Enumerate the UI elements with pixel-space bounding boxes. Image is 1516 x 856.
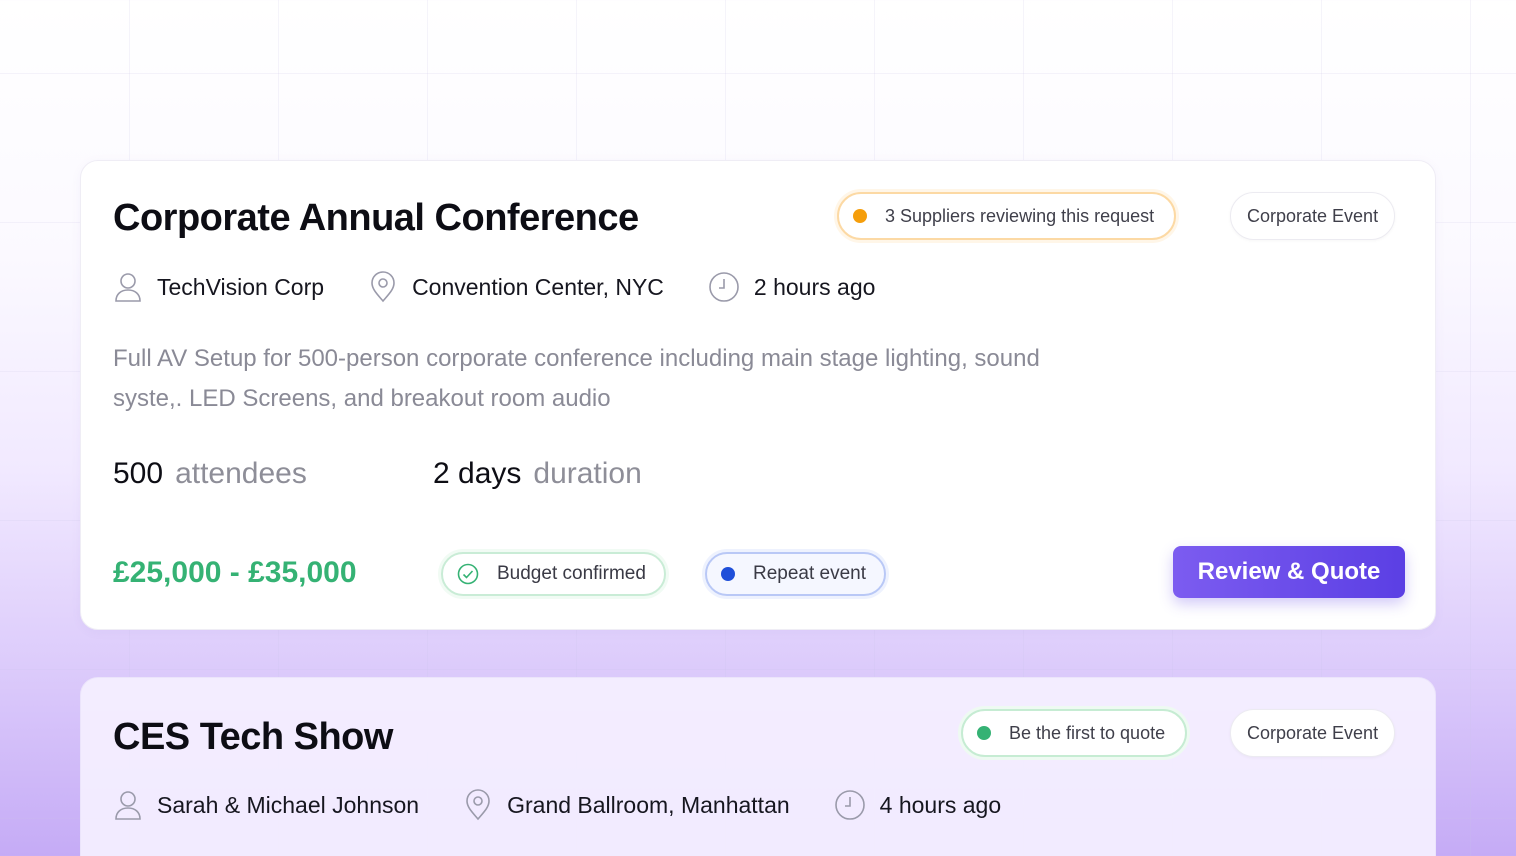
- client-name: TechVision Corp: [157, 273, 325, 300]
- category-badge: Corporate Event: [1230, 709, 1396, 757]
- attendees-label: attendees: [175, 457, 307, 490]
- request-card: Corporate Annual Conference 3 Suppliers …: [80, 160, 1436, 630]
- duration-value: 2 days: [433, 457, 522, 490]
- status-dot: [853, 209, 867, 223]
- client-name: Sarah & Michael Johnson: [157, 791, 420, 818]
- budget-confirmed-tag: Budget confirmed: [441, 552, 666, 596]
- location-text: Convention Center, NYC: [412, 273, 664, 300]
- duration-stat: 2 days duration: [433, 457, 642, 491]
- request-title: CES Tech Show: [113, 716, 393, 758]
- location-info: Convention Center, NYC: [368, 271, 664, 303]
- map-pin-icon: [466, 789, 490, 821]
- time-info: 2 hours ago: [708, 271, 875, 303]
- repeat-tag-text: Repeat event: [753, 563, 867, 584]
- request-stats: 500 attendees 2 days duration: [113, 457, 642, 491]
- clock-icon: [834, 790, 865, 820]
- repeat-event-tag: Repeat event: [705, 552, 887, 596]
- posted-time: 4 hours ago: [879, 791, 1002, 818]
- request-meta: Sarah & Michael Johnson Grand Ballroom, …: [113, 789, 1045, 821]
- check-circle-icon: [457, 563, 479, 585]
- status-text: Be the first to quote: [1009, 722, 1166, 743]
- category-badge: Corporate Event: [1230, 192, 1396, 240]
- client-info: Sarah & Michael Johnson: [113, 789, 419, 821]
- clock-icon: [709, 272, 739, 302]
- budget-tag-text: Budget confirmed: [497, 563, 646, 584]
- client-info: TechVision Corp: [113, 271, 324, 303]
- status-text: 3 Suppliers reviewing this request: [885, 205, 1155, 226]
- user-icon: [115, 273, 141, 302]
- category-text: Corporate Event: [1247, 205, 1379, 226]
- attendees-stat: 500 attendees: [113, 457, 433, 491]
- status-badge: Be the first to quote: [961, 709, 1188, 757]
- status-dot: [977, 726, 991, 740]
- category-text: Corporate Event: [1247, 722, 1379, 743]
- budget-range: £25,000 - £35,000: [113, 556, 357, 589]
- location-text: Grand Ballroom, Manhattan: [507, 791, 790, 818]
- review-quote-button[interactable]: Review & Quote: [1173, 546, 1405, 598]
- status-badge: 3 Suppliers reviewing this request: [837, 192, 1177, 240]
- map-pin-icon: [371, 271, 395, 303]
- repeat-dot: [721, 567, 735, 581]
- request-title: Corporate Annual Conference: [113, 197, 639, 239]
- request-meta: TechVision Corp Convention Center, NYC 2…: [113, 271, 919, 303]
- time-info: 4 hours ago: [834, 789, 1001, 821]
- user-icon: [115, 791, 141, 820]
- request-card: CES Tech Show Be the first to quote Corp…: [80, 677, 1436, 856]
- posted-time: 2 hours ago: [753, 273, 876, 300]
- request-description: Full AV Setup for 500-person corporate c…: [113, 345, 1040, 412]
- attendees-value: 500: [113, 457, 164, 490]
- duration-label: duration: [533, 457, 642, 490]
- location-info: Grand Ballroom, Manhattan: [463, 789, 790, 821]
